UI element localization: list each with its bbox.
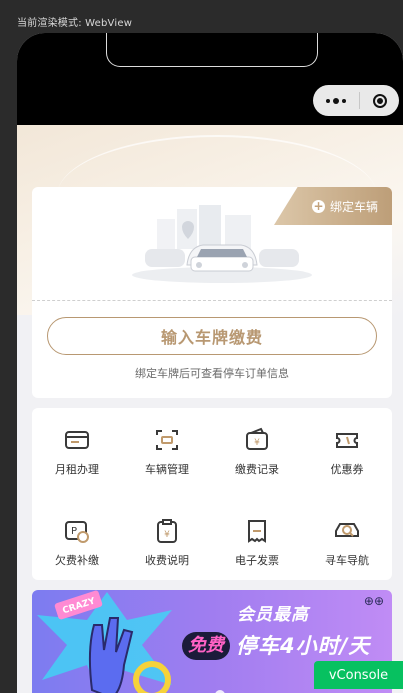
menu-item-monthly-rent[interactable]: 月租办理	[32, 426, 122, 477]
plate-payment-hint: 绑定车牌后可查看停车订单信息	[135, 367, 289, 380]
scan-frame-icon	[156, 430, 178, 450]
menu-label: 月租办理	[55, 463, 99, 476]
menu-item-fee-info[interactable]: ¥ 收费说明	[122, 517, 212, 568]
invoice-icon	[248, 520, 266, 543]
promo-free-label: 免费	[182, 632, 230, 660]
svg-text:¥: ¥	[164, 530, 170, 540]
plate-payment-button[interactable]: 输入车牌缴费	[47, 317, 377, 355]
cars-illustration	[132, 205, 312, 283]
menu-label: 缴费记录	[235, 463, 279, 476]
clipboard-yuan-icon: ¥	[157, 519, 177, 543]
menu-label: 寻车导航	[325, 554, 369, 567]
menu-label: 优惠券	[330, 463, 364, 476]
menu-item-car-finder[interactable]: 寻车导航	[302, 517, 392, 568]
mini-program-capsule	[313, 85, 399, 116]
wallet-yuan-icon: ¥	[246, 427, 268, 450]
menu-label: 欠费补缴	[55, 554, 99, 567]
menu-label: 收费说明	[145, 554, 189, 567]
menu-label: 车辆管理	[145, 463, 189, 476]
menu-label: 电子发票	[235, 554, 279, 567]
parking-payment-icon: P	[65, 521, 89, 543]
plate-payment-card: 输入车牌缴费 绑定车牌后可查看停车订单信息	[32, 301, 392, 398]
menu-item-e-invoice[interactable]: 电子发票	[212, 517, 302, 568]
vehicle-card: + 绑定车辆	[32, 187, 392, 301]
render-mode-label: 当前渲染模式: WebView	[17, 18, 133, 29]
more-dots-icon[interactable]	[313, 85, 359, 116]
service-menu: 月租办理 车辆管理 ¥ 缴费记录 优惠券 P 欠费补缴 ¥ 收费说明 电子发票 …	[32, 408, 392, 580]
promo-title: 会员最高	[237, 605, 309, 625]
vconsole-button[interactable]: vConsole	[314, 661, 403, 689]
bind-vehicle-label: 绑定车辆	[329, 199, 378, 214]
close-target-icon[interactable]	[360, 85, 399, 116]
page-content: + 绑定车辆 输入车牌缴费 绑定车牌后可查看停车订单信息 月租办理 车辆管理 ¥…	[17, 125, 403, 693]
menu-item-arrears[interactable]: P 欠费补缴	[32, 517, 122, 568]
car-search-icon	[335, 523, 359, 537]
device-notch	[106, 33, 318, 67]
promo-hand-illustration: CRAZY	[37, 590, 172, 693]
card-icon	[65, 431, 89, 449]
ticket-icon	[336, 433, 358, 448]
menu-item-payment-records[interactable]: ¥ 缴费记录	[212, 426, 302, 477]
grid-circles-icon: ⊕⊕	[363, 594, 384, 608]
svg-text:¥: ¥	[254, 438, 260, 448]
menu-item-vehicle-manage[interactable]: 车辆管理	[122, 426, 212, 477]
promo-main-text: 停车4小时/天	[236, 634, 371, 658]
status-bar	[17, 33, 403, 125]
svg-text:P: P	[71, 526, 77, 537]
phone-frame: + 绑定车辆 输入车牌缴费 绑定车牌后可查看停车订单信息 月租办理 车辆管理 ¥…	[17, 33, 403, 693]
menu-item-coupons[interactable]: 优惠券	[302, 426, 392, 477]
